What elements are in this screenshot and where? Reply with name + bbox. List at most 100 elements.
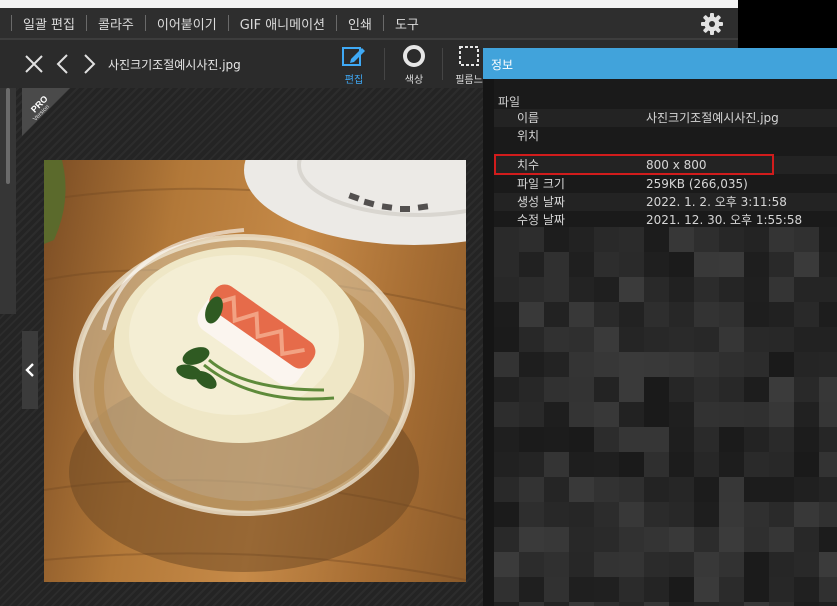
mosaic-cell <box>519 377 544 402</box>
mosaic-cell <box>569 452 594 477</box>
mosaic-cell <box>819 552 837 577</box>
mosaic-cell <box>594 577 619 602</box>
image-viewer-area: PRO Version <box>0 88 495 606</box>
info-label: 생성 날짜 <box>517 195 565 209</box>
mosaic-cell <box>794 277 819 302</box>
mosaic-cell <box>819 227 837 252</box>
mosaic-cell <box>519 227 544 252</box>
mosaic-cell <box>819 302 837 327</box>
mosaic-cell <box>794 227 819 252</box>
mosaic-cell <box>569 477 594 502</box>
mosaic-cell <box>669 552 694 577</box>
mosaic-cell <box>719 452 744 477</box>
menu-gif-animation[interactable]: GIF 애니메이션 <box>240 14 325 33</box>
mosaic-cell <box>519 277 544 302</box>
mosaic-cell <box>494 252 519 277</box>
mosaic-cell <box>494 477 519 502</box>
mosaic-cell <box>819 252 837 277</box>
mosaic-cell <box>494 527 519 552</box>
mosaic-cell <box>744 577 769 602</box>
mosaic-cell <box>619 602 644 606</box>
side-scrollbar[interactable] <box>6 88 10 184</box>
mosaic-cell <box>644 602 669 606</box>
mosaic-cell <box>719 377 744 402</box>
menu-collage[interactable]: 콜라주 <box>98 14 134 33</box>
previous-panel-button[interactable] <box>22 331 38 409</box>
mosaic-cell <box>669 227 694 252</box>
mosaic-cell <box>669 427 694 452</box>
mosaic-cell <box>669 377 694 402</box>
color-tool-label: 색상 <box>404 75 424 86</box>
mosaic-cell <box>794 402 819 427</box>
mosaic-cell <box>644 427 669 452</box>
mosaic-cell <box>769 477 794 502</box>
next-image-icon[interactable] <box>78 52 100 76</box>
mosaic-cell <box>519 527 544 552</box>
menu-tools[interactable]: 도구 <box>395 14 419 33</box>
previous-image-icon[interactable] <box>52 52 74 76</box>
mosaic-cell <box>794 552 819 577</box>
mosaic-cell <box>544 327 569 352</box>
mosaic-cell <box>644 277 669 302</box>
menubar: 일괄 편집 콜라주 이어붙이기 GIF 애니메이션 인쇄 도구 <box>0 8 738 38</box>
info-panel-header[interactable]: 정보 <box>483 48 837 79</box>
mosaic-cell <box>544 402 569 427</box>
mosaic-cell <box>694 452 719 477</box>
mosaic-cell <box>819 502 837 527</box>
menu-separator <box>144 15 146 31</box>
mosaic-cell <box>594 377 619 402</box>
mosaic-cell <box>494 602 519 606</box>
mosaic-cell <box>794 252 819 277</box>
mosaic-cell <box>769 427 794 452</box>
color-circle-icon <box>403 45 425 67</box>
mosaic-cell <box>544 552 569 577</box>
mosaic-cell <box>719 427 744 452</box>
mosaic-cell <box>594 427 619 452</box>
mosaic-cell <box>744 402 769 427</box>
mosaic-cell <box>744 227 769 252</box>
menu-batch-edit[interactable]: 일괄 편집 <box>23 14 75 33</box>
mosaic-cell <box>644 452 669 477</box>
color-tool-button[interactable]: 색상 <box>394 44 434 86</box>
mosaic-cell <box>794 527 819 552</box>
mosaic-cell <box>569 577 594 602</box>
mosaic-cell <box>619 427 644 452</box>
menu-combine[interactable]: 이어붙이기 <box>157 14 217 33</box>
mosaic-cell <box>769 502 794 527</box>
mosaic-cell <box>644 377 669 402</box>
mosaic-cell <box>544 352 569 377</box>
mosaic-cell <box>494 502 519 527</box>
close-icon[interactable] <box>23 52 45 76</box>
gear-icon[interactable] <box>700 12 724 36</box>
mosaic-cell <box>619 252 644 277</box>
edit-tool-button[interactable]: 편집 <box>334 44 374 86</box>
mosaic-cell <box>544 577 569 602</box>
mosaic-cell <box>794 477 819 502</box>
mosaic-cell <box>694 527 719 552</box>
mosaic-cell <box>769 527 794 552</box>
mosaic-cell <box>744 452 769 477</box>
menu-print[interactable]: 인쇄 <box>348 14 372 33</box>
mosaic-cell <box>544 477 569 502</box>
mosaic-cell <box>794 352 819 377</box>
mosaic-cell <box>644 352 669 377</box>
mosaic-cell <box>544 277 569 302</box>
pro-version-badge: PRO Version <box>22 88 70 136</box>
pixelated-redacted-area <box>494 227 837 606</box>
mosaic-cell <box>744 552 769 577</box>
info-row-location: 위치 <box>494 127 837 145</box>
mosaic-cell <box>594 327 619 352</box>
mosaic-cell <box>769 352 794 377</box>
mosaic-cell <box>819 577 837 602</box>
mosaic-cell <box>544 227 569 252</box>
mosaic-cell <box>719 402 744 427</box>
menu-separator <box>11 15 12 31</box>
mosaic-cell <box>644 502 669 527</box>
current-filename: 사진크기조절예시사진.jpg <box>108 58 241 72</box>
mosaic-cell <box>519 602 544 606</box>
info-label: 이름 <box>517 111 540 125</box>
edit-tool-label: 편집 <box>344 75 364 86</box>
mosaic-cell <box>569 352 594 377</box>
dimensions-highlight-box <box>494 154 774 175</box>
mosaic-cell <box>494 377 519 402</box>
